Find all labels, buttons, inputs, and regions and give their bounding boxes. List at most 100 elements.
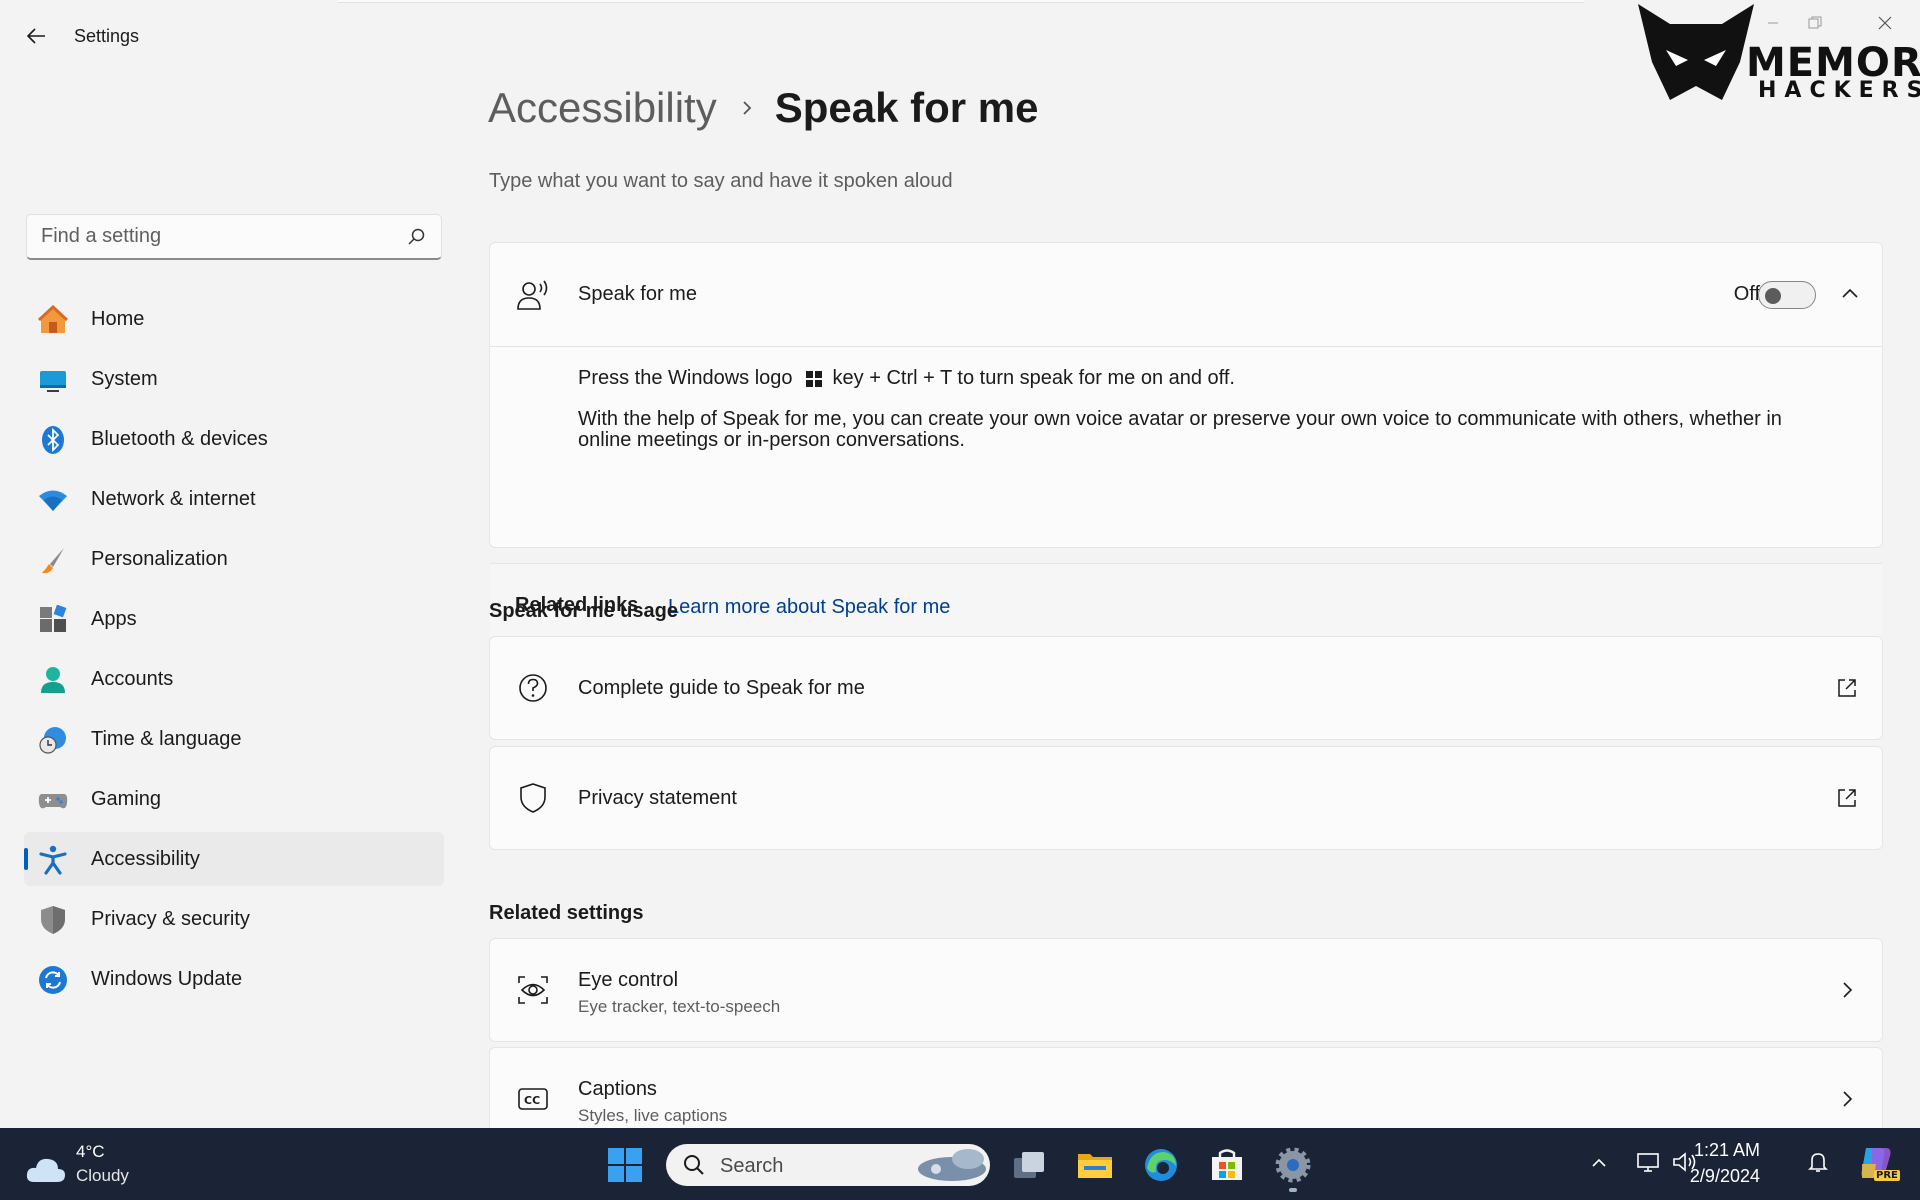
sidebar-item-gaming[interactable]: Gaming [24,772,444,826]
taskbar-search[interactable]: Search [666,1144,990,1186]
speak-for-me-label: Speak for me [578,283,697,305]
task-view-icon[interactable] [1010,1146,1048,1184]
svg-text:CC: CC [524,1094,540,1107]
usage-section-title: Speak for me usage [489,600,678,622]
privacy-statement-card[interactable]: Privacy statement [489,746,1883,850]
captions-desc: Styles, live captions [578,1106,728,1125]
shield-outline-icon [520,783,546,813]
sidebar-item-time-language[interactable]: Time & language [24,712,444,766]
back-button[interactable] [18,20,54,52]
sidebar-item-accessibility[interactable]: Accessibility [24,832,444,886]
sidebar-item-windows-update[interactable]: Windows Update [24,952,444,1006]
sidebar-nav: Home System Bluetooth & devices Network … [24,292,444,1012]
edge-browser-icon[interactable] [1142,1146,1180,1184]
copilot-button[interactable]: PRE [1856,1144,1902,1186]
speak-for-me-header[interactable]: Speak for me Off [490,243,1882,347]
shield-icon [41,906,65,934]
search-icon[interactable] [407,227,427,247]
eye-control-card[interactable]: Eye control Eye tracker, text-to-speech [489,938,1883,1042]
title-bar: Settings [0,0,1920,72]
shortcut-prefix: Press the Windows logo [578,367,793,389]
shortcut-instruction: Press the Windows logo key + Ctrl + T to… [578,367,1235,390]
settings-search-input[interactable] [27,215,387,257]
related-settings-title: Related settings [489,902,644,924]
chevron-right-icon [743,101,752,115]
settings-gear-icon[interactable] [1274,1146,1312,1184]
search-highlight-icon [918,1149,986,1181]
chevron-up-icon[interactable] [1840,283,1860,303]
copilot-pre-badge: PRE [1874,1170,1900,1181]
microsoft-store-icon[interactable] [1208,1146,1246,1184]
external-link-icon [1838,679,1856,697]
sidebar-item-label: Accessibility [91,848,200,870]
complete-guide-label: Complete guide to Speak for me [578,677,865,699]
sidebar-item-label: Home [91,308,145,330]
active-app-indicator [1289,1188,1297,1192]
brush-icon [42,548,64,574]
taskbar-clock-date[interactable]: 2/9/2024 [1690,1166,1760,1187]
eye-control-icon [518,976,548,1004]
settings-search[interactable] [26,214,442,260]
network-ethernet-icon[interactable] [1636,1150,1660,1174]
sidebar-item-personalization[interactable]: Personalization [24,532,444,586]
sidebar-item-system[interactable]: System [24,352,444,406]
sidebar-item-home[interactable]: Home [24,292,444,346]
weather-condition: Cloudy [76,1166,129,1185]
taskbar-search-placeholder: Search [720,1155,784,1177]
sidebar-item-privacy[interactable]: Privacy & security [24,892,444,946]
speak-for-me-toggle[interactable] [1758,281,1816,309]
wifi-icon [39,490,67,511]
logo-word-hackers: HACKERS [1758,78,1920,103]
page-title: Speak for me [774,84,1039,131]
page-subtitle: Type what you want to say and have it sp… [489,170,953,192]
cloud-icon [26,1158,65,1182]
app-title: Settings [74,26,140,46]
account-icon [41,667,65,693]
breadcrumb-parent-link[interactable]: Accessibility [488,84,717,132]
sidebar-item-label: Accounts [91,668,174,690]
chevron-right-icon [1843,982,1853,998]
toggle-state-text: Off [1733,283,1760,305]
weather-temp: 4°C [76,1142,105,1161]
sidebar-item-accounts[interactable]: Accounts [24,652,444,706]
chevron-right-icon [1843,1091,1853,1107]
sidebar-item-label: Windows Update [91,968,243,990]
bluetooth-icon [42,426,64,454]
taskbar: 4°C Cloudy Search 1:21 AM 2/9/2024 PRE [0,1128,1920,1200]
memory-hackers-logo: MEMORY HACKERS [1636,2,1920,106]
shortcut-suffix: key + Ctrl + T to turn speak for me on a… [832,367,1235,389]
notification-bell-icon[interactable] [1806,1150,1830,1174]
breadcrumb-separator [741,99,753,117]
show-hidden-icons-chevron-icon[interactable] [1590,1154,1608,1172]
update-icon [39,966,67,994]
sidebar-item-label: Network & internet [91,488,256,510]
windows-logo-icon [805,370,822,387]
external-link-icon [1838,789,1856,807]
speak-for-me-description: With the help of Speak for me, you can c… [578,408,1782,451]
sidebar-item-label: Bluetooth & devices [91,428,268,450]
privacy-statement-label: Privacy statement [578,787,737,809]
help-circle-icon [519,674,547,702]
taskbar-clock-time[interactable]: 1:21 AM [1694,1140,1760,1161]
sidebar-item-network[interactable]: Network & internet [24,472,444,526]
sidebar-item-label: System [91,368,158,390]
cat-mask-icon [1638,4,1754,100]
breadcrumb: Accessibility Speak for me [488,84,1039,132]
sidebar-item-apps[interactable]: Apps [24,592,444,646]
sidebar-item-label: Apps [91,608,137,630]
back-arrow-icon [26,28,45,44]
sidebar-item-label: Gaming [91,788,162,810]
sidebar-item-label: Personalization [91,548,228,570]
weather-widget[interactable]: 4°C Cloudy [26,1142,166,1192]
complete-guide-card[interactable]: Complete guide to Speak for me [489,636,1883,740]
file-explorer-icon[interactable] [1076,1146,1114,1184]
sidebar-item-bluetooth[interactable]: Bluetooth & devices [24,412,444,466]
home-icon [38,305,68,333]
accessibility-icon [39,845,67,875]
apps-icon [40,605,67,632]
captions-label: Captions [578,1078,657,1100]
search-icon [684,1155,704,1175]
learn-more-link[interactable]: Learn more about Speak for me [668,596,950,619]
eye-control-desc: Eye tracker, text-to-speech [578,997,781,1016]
start-windows-icon[interactable] [606,1146,644,1184]
